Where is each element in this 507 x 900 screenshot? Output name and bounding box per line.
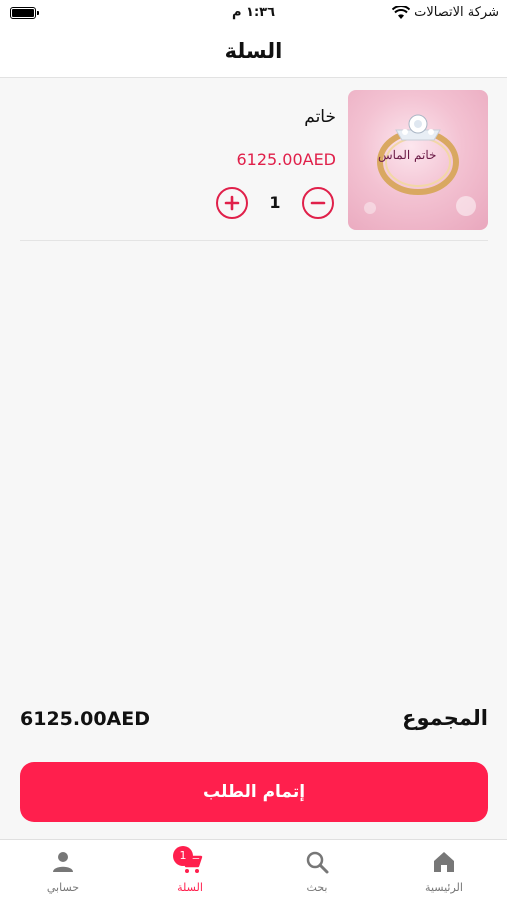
tab-search-label: بحث [306,881,328,894]
tab-cart[interactable]: 1 السلة [127,840,253,900]
product-image[interactable]: خاتم الماس [348,90,488,230]
minus-icon [310,201,326,205]
status-bar: ١:٣٦ م شركة الاتصالات [0,0,507,28]
quantity-value: 1 [269,193,281,212]
page-header: السلة [0,28,507,78]
home-icon [434,852,454,872]
total-label: المجموع [402,706,488,730]
tab-search[interactable]: بحث [254,840,380,900]
increase-quantity-button[interactable] [216,187,248,219]
cart-item: خاتم الماس خاتم 6125.00AED 1 [20,80,488,241]
product-image-label: خاتم الماس [378,148,437,162]
total-value: 6125.00AED [20,708,150,730]
decrease-quantity-button[interactable] [302,187,334,219]
item-price: 6125.00AED [236,150,336,169]
tab-account-label: حسابي [46,881,80,894]
tab-cart-label: السلة [177,881,203,894]
checkout-button[interactable]: إتمام الطلب [20,762,488,822]
tab-home[interactable]: الرئيسية [381,840,507,900]
page-title: السلة [224,39,283,63]
search-icon [306,851,329,874]
tab-home-label: الرئيسية [425,881,463,894]
quantity-stepper: 1 [216,187,334,219]
tab-account[interactable]: حسابي [0,840,126,900]
cart-badge: 1 [173,846,193,866]
total-row: 6125.00AED المجموع [20,700,488,740]
plus-icon [224,195,240,211]
item-name: خاتم [304,107,336,127]
person-icon [53,852,73,872]
wifi-icon [392,5,411,19]
tab-bar: حسابي 1 السلة بحث الرئيسية [0,839,507,900]
status-carrier: شركة الاتصالات [392,5,499,20]
carrier-name: شركة الاتصالات [414,5,499,20]
